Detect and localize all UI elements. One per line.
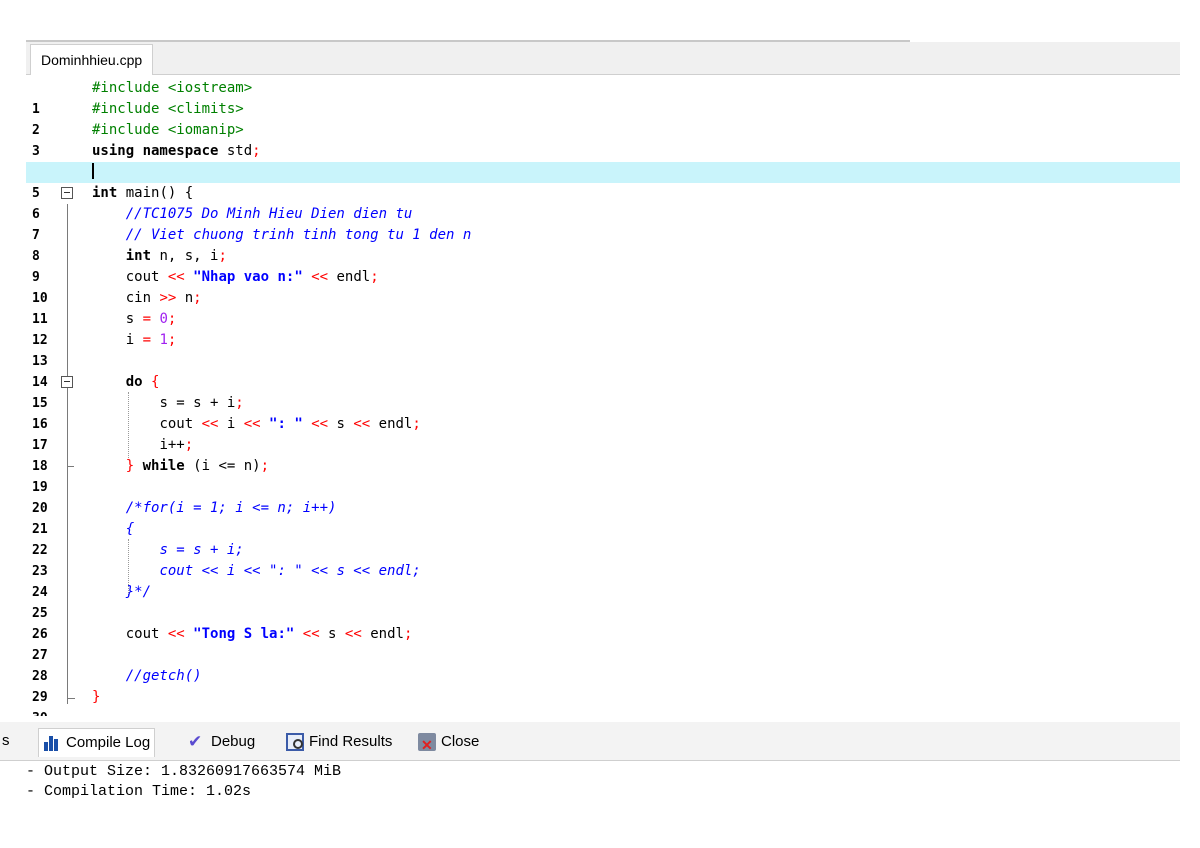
file-tab-dominhhieu[interactable]: Dominhhieu.cpp bbox=[30, 44, 154, 75]
tab-find-results[interactable]: Find Results bbox=[282, 728, 396, 756]
file-tab-strip: Dominhhieu.cpp bbox=[26, 42, 1180, 75]
code-text: cout bbox=[125, 269, 168, 285]
code-editor[interactable]: 1 #include <iostream> 2 #include <climit… bbox=[26, 76, 1180, 716]
find-icon bbox=[286, 733, 304, 751]
fold-marker bbox=[67, 466, 74, 467]
code-line[interactable]: 9 int n, s, i; bbox=[26, 246, 1180, 285]
text-caret bbox=[92, 163, 94, 179]
tab-debug-label: Debug bbox=[211, 733, 256, 750]
code-string: "Nhap vao n:" bbox=[193, 269, 303, 285]
code-text: endl bbox=[370, 416, 413, 432]
bar-chart-icon bbox=[43, 734, 61, 752]
code-text: s bbox=[319, 626, 345, 642]
code-comment: s = s + i; bbox=[159, 542, 244, 558]
code-line[interactable]: 2 #include <climits> bbox=[26, 99, 1180, 138]
code-text: endl bbox=[328, 269, 371, 285]
code-comment: { bbox=[125, 521, 135, 537]
code-line[interactable]: 11 cin >> n; bbox=[26, 288, 1180, 327]
code-line[interactable]: 8 // Viet chuong trinh tinh tong tu 1 de… bbox=[26, 225, 1180, 264]
code-line[interactable]: 29 //getch() bbox=[26, 666, 1180, 705]
code-text: s bbox=[328, 416, 354, 432]
code-line[interactable]: 28 bbox=[26, 645, 1180, 684]
code-line[interactable]: 26 bbox=[26, 603, 1180, 642]
code-number: 1 bbox=[159, 332, 168, 348]
code-number: 0 bbox=[159, 311, 168, 327]
code-text: s = s + i bbox=[159, 395, 236, 411]
code-string: ": " bbox=[269, 416, 303, 432]
code-line[interactable]: 27 cout << "Tong S la:" << s << endl; bbox=[26, 624, 1180, 663]
code-text: cout bbox=[125, 626, 168, 642]
code-comment: //getch() bbox=[125, 668, 202, 684]
code-line[interactable]: 25 }*/ bbox=[26, 582, 1180, 621]
checkmark-icon: ✔ bbox=[188, 732, 203, 751]
fold-end-marker bbox=[67, 687, 75, 699]
code-text: endl bbox=[361, 626, 404, 642]
code-line[interactable]: 18 i++; bbox=[26, 435, 1180, 474]
code-text: cout bbox=[159, 416, 202, 432]
code-line[interactable]: 30 } bbox=[26, 687, 1180, 716]
code-string: "Tong S la:" bbox=[193, 626, 295, 642]
tab-compile-log-label: Compile Log bbox=[66, 734, 151, 751]
close-icon bbox=[418, 731, 436, 759]
code-line[interactable]: 13 i = 1; bbox=[26, 330, 1180, 369]
code-text: std bbox=[218, 143, 253, 159]
tab-close-label: Close bbox=[441, 733, 480, 750]
code-text: main() { bbox=[117, 185, 194, 201]
code-comment: // Viet chuong trinh tinh tong tu 1 den … bbox=[125, 227, 472, 243]
code-keyword: int bbox=[125, 248, 152, 264]
fold-toggle-icon[interactable] bbox=[61, 376, 73, 388]
code-line[interactable]: 22 { bbox=[26, 519, 1180, 558]
code-line[interactable]: 3 #include <iomanip> bbox=[26, 120, 1180, 159]
code-keyword: while bbox=[142, 458, 185, 474]
code-keyword: do bbox=[125, 374, 143, 390]
code-text: n bbox=[176, 290, 194, 306]
code-text: i bbox=[218, 416, 244, 432]
code-brace: } bbox=[92, 689, 101, 705]
code-line[interactable]: 4 using namespace std; bbox=[26, 141, 1180, 180]
code-text: #include <iomanip> bbox=[92, 122, 244, 138]
code-comment: cout << i << ": " << s << endl; bbox=[159, 563, 421, 579]
line-number: 30 bbox=[32, 708, 64, 716]
code-comment: //TC1075 Do Minh Hieu Dien dien tu bbox=[125, 206, 413, 222]
tab-find-results-label: Find Results bbox=[309, 733, 393, 750]
code-line[interactable]: 20 bbox=[26, 477, 1180, 516]
log-line: - Output Size: 1.83260917663574 MiB bbox=[26, 763, 342, 780]
code-line[interactable]: 17 cout << i << ": " << s << endl; bbox=[26, 414, 1180, 453]
current-code-line[interactable]: 5 bbox=[26, 162, 1180, 201]
tab-debug[interactable]: ✔ Debug bbox=[184, 728, 259, 756]
tab-compile-log[interactable]: Compile Log bbox=[38, 728, 156, 757]
code-text: #include <iostream> bbox=[92, 80, 253, 96]
code-keyword: using namespace bbox=[92, 143, 219, 159]
code-text: cin bbox=[125, 290, 160, 306]
cut-tab-label[interactable]: s bbox=[2, 732, 10, 749]
code-line[interactable]: 24 cout << i << ": " << s << endl; bbox=[26, 561, 1180, 600]
code-comment: }*/ bbox=[125, 584, 152, 600]
code-line[interactable]: 16 s = s + i; bbox=[26, 393, 1180, 432]
code-text: i++ bbox=[159, 437, 185, 453]
code-line[interactable]: 6 int main() { bbox=[26, 183, 1180, 222]
code-line[interactable]: 1 #include <iostream> bbox=[26, 78, 1180, 117]
code-text: (i <= n) bbox=[184, 458, 261, 474]
code-line[interactable]: 21 /*for(i = 1; i <= n; i++) bbox=[26, 498, 1180, 537]
code-line[interactable]: 15 do { bbox=[26, 372, 1180, 411]
code-text: s bbox=[125, 311, 143, 327]
code-text: n, s, i bbox=[151, 248, 219, 264]
code-line[interactable]: 7 //TC1075 Do Minh Hieu Dien dien tu bbox=[26, 204, 1180, 243]
code-comment: /*for(i = 1; i <= n; i++) bbox=[125, 500, 337, 516]
code-text: i bbox=[125, 332, 143, 348]
code-text: #include <climits> bbox=[92, 101, 244, 117]
bottom-panel-tabs: s Compile Log ✔ Debug Find Results Close bbox=[0, 722, 1180, 761]
tab-close[interactable]: Close bbox=[414, 728, 483, 759]
code-line[interactable]: 23 s = s + i; bbox=[26, 540, 1180, 579]
code-line[interactable]: 10 cout << "Nhap vao n:" << endl; bbox=[26, 267, 1180, 306]
code-line[interactable]: 14 bbox=[26, 351, 1180, 390]
log-line: - Compilation Time: 1.02s bbox=[26, 783, 252, 800]
code-line[interactable]: 12 s = 0; bbox=[26, 309, 1180, 348]
code-line[interactable]: 19 } while (i <= n); bbox=[26, 456, 1180, 495]
code-keyword: int bbox=[92, 185, 118, 201]
fold-toggle-icon[interactable] bbox=[61, 187, 73, 199]
compile-log-output: - Output Size: 1.83260917663574 MiB - Co… bbox=[26, 762, 426, 806]
